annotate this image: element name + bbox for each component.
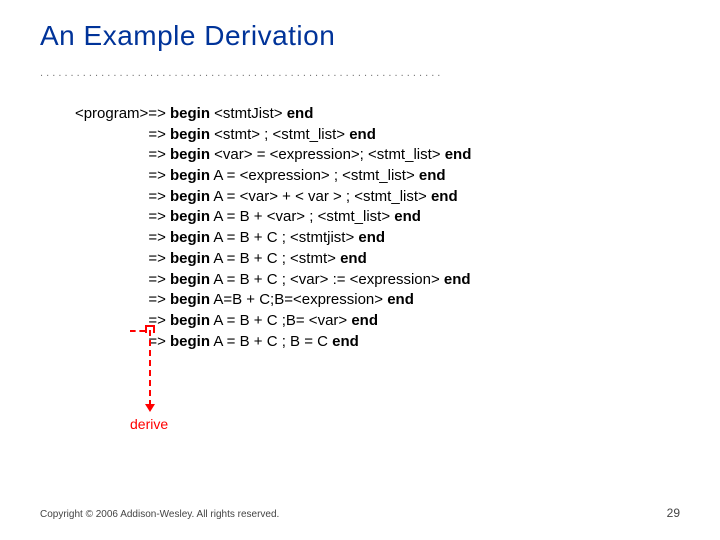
page-number: 29	[667, 506, 680, 520]
slide-container: An Example Derivation . . . . . . . . . …	[0, 0, 720, 540]
derivation-line: => begin <stmt> ; <stmt_list> end	[40, 125, 680, 146]
derivation-block: <program>=> begin <stmtJist> end => begi…	[40, 104, 680, 352]
derivation-line: => begin A=B + C;B=<expression> end	[40, 290, 680, 311]
slide-title: An Example Derivation	[40, 20, 680, 52]
derive-arrow-tick	[130, 330, 145, 332]
derivation-line: <program>=> begin <stmtJist> end	[40, 104, 680, 125]
derivation-line: => begin A = B + C ; <var> := <expressio…	[40, 270, 680, 291]
dotted-divider-dots: . . . . . . . . . . . . . . . . . . . . …	[40, 67, 440, 79]
dotted-divider: . . . . . . . . . . . . . . . . . . . . …	[40, 66, 680, 80]
derivation-line: => begin A = B + <var> ; <stmt_list> end	[40, 207, 680, 228]
derivation-line: => begin <var> = <expression>; <stmt_lis…	[40, 145, 680, 166]
derivation-line: => begin A = B + C ; <stmtjist> end	[40, 228, 680, 249]
derivation-line: => begin A = B + C ; <stmt> end	[40, 249, 680, 270]
derivation-line: => begin A = B + C ;B= <var> end	[40, 311, 680, 332]
derive-arrow-head-icon	[145, 404, 155, 412]
derivation-line: => begin A = <expression> ; <stmt_list> …	[40, 166, 680, 187]
derivation-line: => begin A = <var> + < var > ; <stmt_lis…	[40, 187, 680, 208]
derive-label: derive	[130, 416, 168, 432]
derive-arrow-stem	[149, 330, 151, 406]
copyright-footer: Copyright © 2006 Addison-Wesley. All rig…	[40, 509, 279, 520]
derivation-line: => begin A = B + C ; B = C end	[40, 332, 680, 353]
